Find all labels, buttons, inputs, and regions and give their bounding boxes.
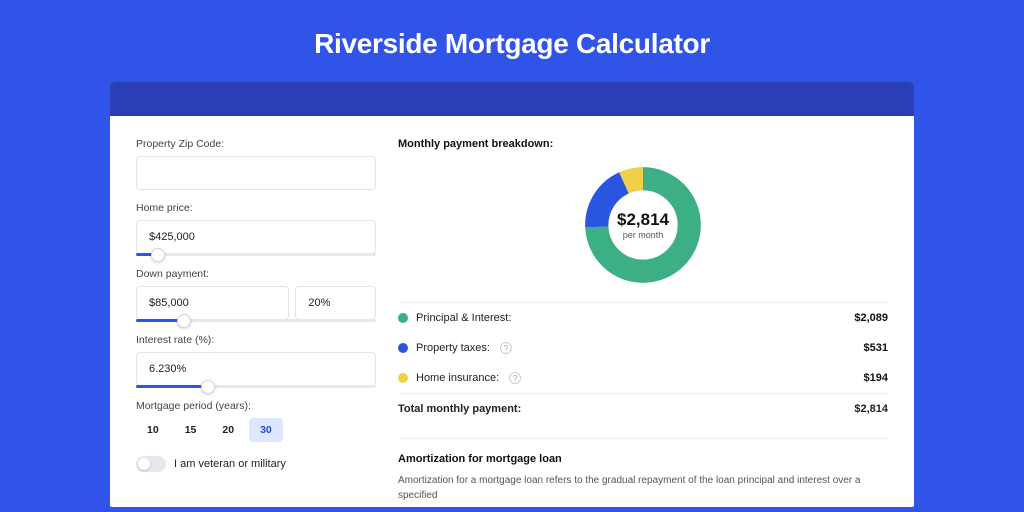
- page-title: Riverside Mortgage Calculator: [0, 0, 1024, 82]
- donut-wrap: $2,814 per month: [398, 154, 888, 302]
- interest-rate-slider[interactable]: [136, 385, 376, 388]
- amortization-title: Amortization for mortgage loan: [398, 453, 888, 465]
- breakdown-column: Monthly payment breakdown: $2,814 per mo…: [398, 138, 888, 503]
- veteran-row: I am veteran or military: [136, 456, 376, 472]
- legend-row-insurance: Home insurance: ? $194: [398, 363, 888, 393]
- zip-label: Property Zip Code:: [136, 138, 376, 150]
- interest-rate-input[interactable]: [136, 352, 376, 386]
- period-option-20[interactable]: 20: [211, 418, 245, 442]
- zip-input[interactable]: [136, 156, 376, 190]
- legend: Principal & Interest: $2,089 Property ta…: [398, 302, 888, 424]
- info-icon[interactable]: ?: [509, 372, 521, 384]
- down-payment-slider[interactable]: [136, 319, 376, 322]
- total-value: $2,814: [854, 403, 888, 415]
- mortgage-period-group: Mortgage period (years): 10 15 20 30: [136, 400, 376, 442]
- down-payment-group: Down payment:: [136, 268, 376, 322]
- home-price-slider[interactable]: [136, 253, 376, 256]
- calculator-card: Property Zip Code: Home price: Down paym…: [110, 116, 914, 507]
- legend-value: $531: [864, 342, 888, 354]
- hero-banner: [110, 82, 914, 116]
- legend-label: Home insurance:: [416, 372, 499, 384]
- down-payment-percent-input[interactable]: [295, 286, 376, 320]
- amortization-section: Amortization for mortgage loan Amortizat…: [398, 438, 888, 503]
- inputs-column: Property Zip Code: Home price: Down paym…: [136, 138, 376, 503]
- donut-amount: $2,814: [617, 210, 669, 230]
- mortgage-period-label: Mortgage period (years):: [136, 400, 376, 412]
- zip-group: Property Zip Code:: [136, 138, 376, 190]
- period-option-30[interactable]: 30: [249, 418, 283, 442]
- dot-icon: [398, 343, 408, 353]
- legend-value: $194: [864, 372, 888, 384]
- donut-center: $2,814 per month: [582, 164, 704, 286]
- period-option-10[interactable]: 10: [136, 418, 170, 442]
- dot-icon: [398, 373, 408, 383]
- interest-rate-group: Interest rate (%):: [136, 334, 376, 388]
- home-price-label: Home price:: [136, 202, 376, 214]
- total-label: Total monthly payment:: [398, 403, 521, 415]
- mortgage-period-pills: 10 15 20 30: [136, 418, 376, 442]
- veteran-label: I am veteran or military: [174, 458, 286, 470]
- legend-row-principal: Principal & Interest: $2,089: [398, 303, 888, 333]
- info-icon[interactable]: ?: [500, 342, 512, 354]
- period-option-15[interactable]: 15: [174, 418, 208, 442]
- legend-label: Property taxes:: [416, 342, 490, 354]
- donut-sub: per month: [623, 230, 664, 240]
- payment-donut-chart: $2,814 per month: [582, 164, 704, 286]
- breakdown-title: Monthly payment breakdown:: [398, 138, 888, 150]
- home-price-input[interactable]: [136, 220, 376, 254]
- down-payment-amount-input[interactable]: [136, 286, 289, 320]
- interest-rate-label: Interest rate (%):: [136, 334, 376, 346]
- legend-row-total: Total monthly payment: $2,814: [398, 393, 888, 424]
- legend-value: $2,089: [854, 312, 888, 324]
- legend-row-taxes: Property taxes: ? $531: [398, 333, 888, 363]
- dot-icon: [398, 313, 408, 323]
- home-price-group: Home price:: [136, 202, 376, 256]
- down-payment-label: Down payment:: [136, 268, 376, 280]
- amortization-text: Amortization for a mortgage loan refers …: [398, 473, 888, 503]
- legend-label: Principal & Interest:: [416, 312, 511, 324]
- veteran-toggle[interactable]: [136, 456, 166, 472]
